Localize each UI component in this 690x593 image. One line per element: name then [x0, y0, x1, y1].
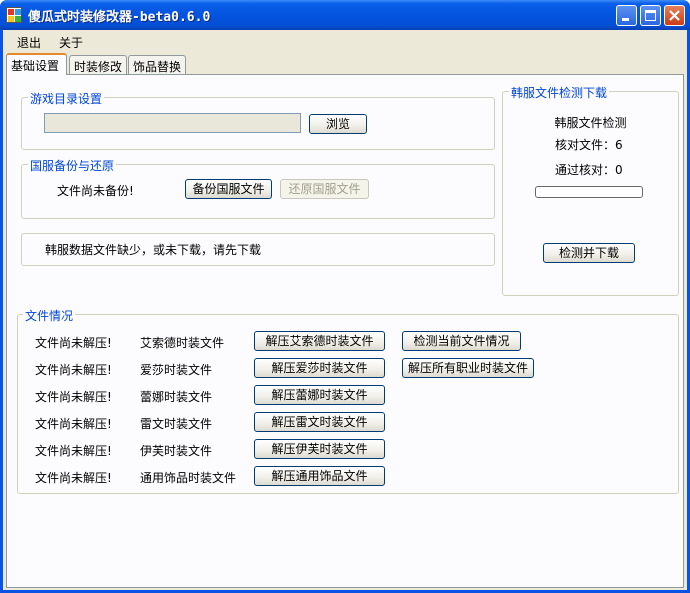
file-row-status: 文件尚未解压! — [35, 417, 112, 431]
close-icon — [669, 10, 680, 21]
tab-fashion-edit[interactable]: 时装修改 — [69, 55, 127, 74]
maximize-button[interactable] — [640, 5, 661, 26]
game-dir-group-label: 游戏目录设置 — [28, 90, 105, 107]
menu-bar: 退出 关于 — [3, 30, 687, 52]
game-dir-group: 游戏目录设置 浏览 — [21, 90, 495, 150]
kr-check-group-label: 韩服文件检测下载 — [509, 84, 610, 101]
file-row-status: 文件尚未解压! — [35, 336, 112, 350]
file-row-name: 蕾娜时装文件 — [140, 390, 213, 404]
extract-all-classes-button[interactable]: 解压所有职业时装文件 — [402, 358, 534, 378]
app-window: 傻瓜式时装修改器-beta0.6.0 退出 关于 时装修改 饰品替换 游戏目录设… — [0, 0, 690, 593]
file-row-status: 文件尚未解压! — [35, 444, 112, 458]
backup-button[interactable]: 备份国服文件 — [185, 179, 272, 199]
check-current-files-button[interactable]: 检测当前文件情况 — [402, 331, 521, 351]
kr-check-progress-bar — [535, 186, 643, 198]
game-dir-path-input[interactable] — [44, 113, 301, 133]
maximize-icon — [645, 10, 656, 21]
title-bar[interactable]: 傻瓜式时装修改器-beta0.6.0 — [0, 0, 690, 30]
extract-rena-button[interactable]: 解压蕾娜时装文件 — [254, 385, 385, 405]
file-status-group: 文件情况 文件尚未解压! 艾索德时装文件 解压艾索德时装文件 文件尚未解压! 爱… — [17, 307, 679, 494]
check-and-download-button[interactable]: 检测并下载 — [543, 243, 635, 263]
backup-group-label: 国服备份与还原 — [28, 157, 117, 174]
minimize-icon — [622, 18, 629, 21]
file-row-status: 文件尚未解压! — [35, 471, 112, 485]
kr-check-title: 韩服文件检测 — [554, 116, 627, 130]
file-row-name: 通用饰品时装文件 — [140, 471, 237, 485]
close-button[interactable] — [664, 5, 685, 26]
status-group: 韩服数据文件缺少，或未下载，请先下载 — [21, 233, 495, 266]
app-icon[interactable] — [6, 7, 22, 23]
tab-panel-basic: 游戏目录设置 浏览 国服备份与还原 文件尚未备份! 备份国服文件 还原国服文件 … — [6, 74, 684, 588]
extract-raven-button[interactable]: 解压雷文时装文件 — [254, 412, 385, 432]
menu-about[interactable]: 关于 — [59, 34, 83, 51]
kr-check-file-count: 核对文件：6 — [555, 138, 623, 152]
file-row-name: 艾索德时装文件 — [140, 336, 225, 350]
extract-common-accessory-button[interactable]: 解压通用饰品文件 — [254, 466, 385, 486]
browse-button[interactable]: 浏览 — [309, 114, 367, 134]
tab-basic-settings[interactable]: 基础设置 — [6, 53, 67, 75]
extract-eve-button[interactable]: 解压伊芙时装文件 — [254, 439, 385, 459]
restore-button[interactable]: 还原国服文件 — [280, 179, 369, 199]
tab-accessory-replace[interactable]: 饰品替换 — [128, 55, 186, 74]
file-row-status: 文件尚未解压! — [35, 363, 112, 377]
kr-check-group: 韩服文件检测下载 韩服文件检测 核对文件：6 通过核对：0 检测并下载 — [502, 84, 679, 296]
file-row-name: 雷文时装文件 — [140, 417, 213, 431]
kr-check-passed-count: 通过核对：0 — [555, 163, 623, 177]
file-row-status: 文件尚未解压! — [35, 390, 112, 404]
extract-elsword-button[interactable]: 解压艾索德时装文件 — [254, 331, 385, 351]
extract-aisha-button[interactable]: 解压爱莎时装文件 — [254, 358, 385, 378]
backup-group: 国服备份与还原 文件尚未备份! 备份国服文件 还原国服文件 — [21, 157, 495, 219]
window-title: 傻瓜式时装修改器-beta0.6.0 — [28, 10, 211, 25]
file-row-name: 爱莎时装文件 — [140, 363, 213, 377]
client-area: 退出 关于 时装修改 饰品替换 游戏目录设置 浏览 国服备份与还原 文件尚未备份… — [3, 30, 687, 590]
file-row-name: 伊芙时装文件 — [140, 444, 213, 458]
menu-exit[interactable]: 退出 — [17, 34, 41, 51]
minimize-button[interactable] — [616, 5, 637, 26]
backup-status: 文件尚未备份! — [57, 184, 134, 198]
status-message: 韩服数据文件缺少，或未下载，请先下载 — [45, 243, 262, 257]
file-status-group-label: 文件情况 — [23, 307, 76, 324]
